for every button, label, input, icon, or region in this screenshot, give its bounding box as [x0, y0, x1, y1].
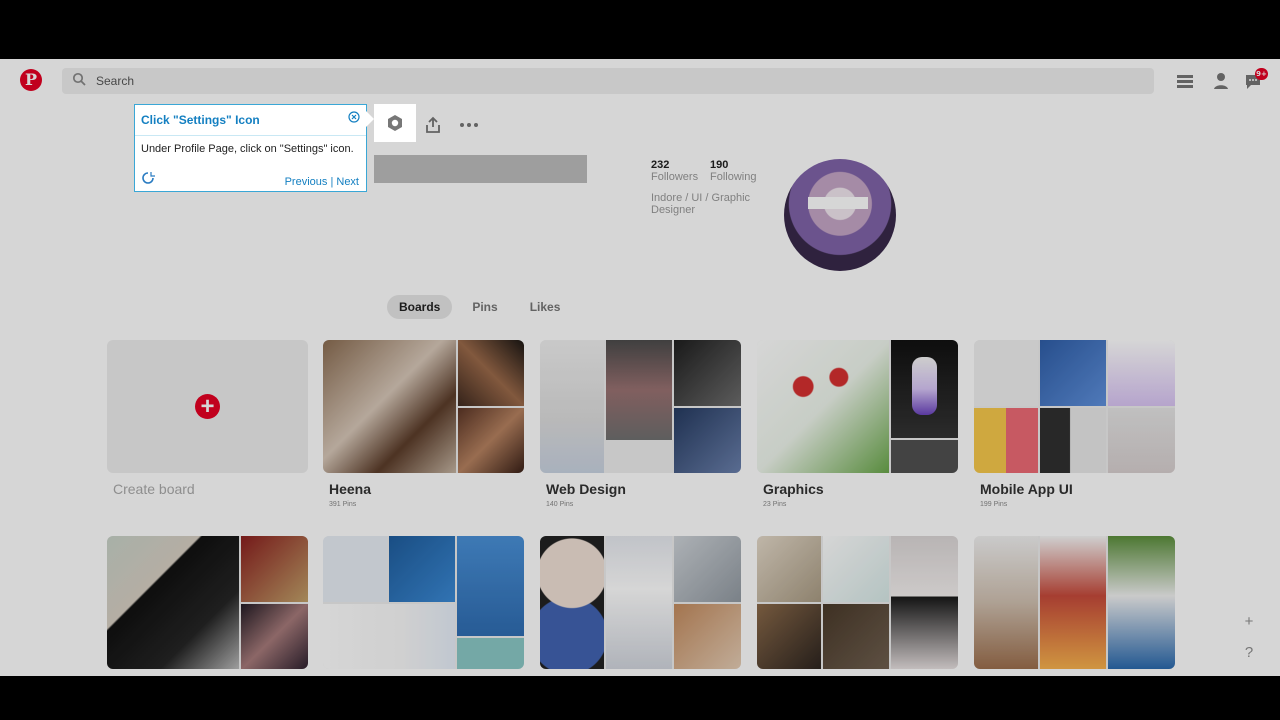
search-input[interactable] [96, 68, 1136, 94]
branding-image-3 [891, 536, 958, 669]
board-count-mobile-app-ui: 199 Pins [980, 501, 1008, 508]
board-title-mobile-app-ui[interactable]: Mobile App UI [980, 481, 1073, 497]
watch-ui-image-3 [674, 536, 741, 602]
create-board-cover[interactable]: + [107, 340, 308, 473]
fashion-main-image [107, 536, 239, 669]
board-title-web-design[interactable]: Web Design [546, 481, 626, 497]
close-icon[interactable] [348, 111, 360, 123]
print-design-image-3 [1108, 536, 1175, 669]
notification-badge: 9+ [1255, 68, 1268, 80]
profile-bio: Indore / UI / Graphic Designer [651, 192, 751, 216]
help-floating-button[interactable]: ? [1239, 643, 1259, 663]
mobile-app-ui-image-6 [1108, 408, 1175, 473]
profile-avatar[interactable] [784, 159, 896, 271]
print-design-image-1 [974, 536, 1038, 669]
following-label[interactable]: Following [710, 171, 756, 183]
web-design-image-3 [606, 442, 672, 473]
create-board-plus-icon[interactable]: + [195, 394, 220, 419]
share-button[interactable] [418, 110, 448, 140]
graphics-main-image [757, 340, 889, 473]
avatar-redaction-bar [808, 197, 868, 209]
heena-image-3 [458, 408, 524, 473]
followers-label[interactable]: Followers [651, 171, 698, 183]
dashboard-board-cover[interactable] [323, 536, 524, 669]
watch-ui-board-cover[interactable] [540, 536, 741, 669]
watch-ui-image-2 [606, 536, 672, 669]
dashboard-image-1 [323, 536, 387, 602]
web-design-image-4 [674, 340, 741, 406]
profile-tabs: Boards Pins Likes [387, 295, 572, 319]
dashboard-image-5 [457, 638, 524, 669]
pinterest-logo-icon[interactable]: P [20, 69, 42, 91]
heena-board-cover[interactable] [323, 340, 524, 473]
navigation-separator: | [330, 176, 334, 188]
tooltip-navigation: Previous | Next [285, 176, 359, 188]
more-options-icon [460, 123, 478, 127]
redacted-profile-name [374, 155, 587, 183]
graphics-board-cover[interactable] [757, 340, 958, 473]
settings-button[interactable] [375, 105, 415, 141]
heena-main-image [323, 340, 456, 473]
mobile-app-ui-image-3 [1108, 340, 1175, 406]
print-design-image-2 [1040, 536, 1106, 669]
graphics-image-3 [891, 440, 958, 473]
loading-spinner-icon [142, 172, 155, 184]
branding-board-cover[interactable] [757, 536, 958, 669]
tab-boards[interactable]: Boards [387, 295, 453, 319]
tooltip-body: Under Profile Page, click on "Settings" … [141, 143, 354, 155]
fashion-board-cover[interactable] [107, 536, 308, 669]
share-icon [426, 116, 440, 133]
watch-ui-image-4 [674, 604, 741, 669]
mobile-app-ui-board-cover[interactable] [974, 340, 1175, 473]
board-count-web-design: 140 Pins [546, 501, 574, 508]
branding-image-2 [823, 536, 889, 602]
menu-icon[interactable] [1175, 71, 1195, 91]
board-count-heena: 391 Pins [329, 501, 357, 508]
previous-step-link[interactable]: Previous [285, 176, 328, 188]
dashboard-image-4 [323, 604, 455, 669]
create-board-label[interactable]: Create board [113, 481, 195, 497]
dashboard-image-2 [389, 536, 455, 602]
web-design-image-1 [540, 340, 604, 473]
print-design-board-cover[interactable] [974, 536, 1175, 669]
web-design-image-5 [674, 408, 741, 473]
branding-image-5 [823, 604, 889, 669]
top-navigation-bar: P 9+ [0, 59, 1280, 103]
settings-gear-icon [388, 115, 402, 131]
web-design-board-cover[interactable] [540, 340, 741, 473]
branding-image-4 [757, 604, 821, 669]
profile-icon[interactable] [1211, 71, 1231, 91]
branding-image-1 [757, 536, 821, 602]
board-count-graphics: 23 Pins [763, 501, 787, 508]
mobile-app-ui-image-5 [1040, 408, 1106, 473]
web-design-image-2 [606, 340, 672, 440]
dashboard-image-3 [457, 536, 524, 636]
board-title-heena[interactable]: Heena [329, 481, 371, 497]
watch-ui-image-1 [540, 536, 604, 669]
add-floating-button[interactable]: + [1239, 612, 1259, 632]
tooltip-title: Click "Settings" Icon [141, 113, 260, 127]
fashion-image-3 [241, 604, 308, 669]
tooltip-divider [135, 135, 366, 136]
more-options-button[interactable] [454, 110, 484, 140]
search-icon [72, 72, 86, 86]
following-count[interactable]: 190 [710, 159, 728, 171]
mobile-app-ui-image-4 [974, 408, 1038, 473]
followers-count[interactable]: 232 [651, 159, 669, 171]
tab-likes[interactable]: Likes [518, 295, 573, 319]
pinterest-profile-screen: P 9+ 232 Followers 190 Following Indore … [0, 59, 1280, 676]
fashion-image-2 [241, 536, 308, 602]
board-title-graphics[interactable]: Graphics [763, 481, 824, 497]
tab-pins[interactable]: Pins [460, 295, 509, 319]
next-step-link[interactable]: Next [336, 176, 359, 188]
graphics-bottle-image [912, 357, 937, 415]
settings-walkthrough-tooltip: Click "Settings" Icon Under Profile Page… [134, 104, 374, 192]
mobile-app-ui-image-2 [1040, 340, 1106, 406]
mobile-app-ui-image-1 [974, 340, 1038, 406]
search-bar[interactable] [62, 68, 1154, 94]
heena-image-2 [458, 340, 524, 406]
